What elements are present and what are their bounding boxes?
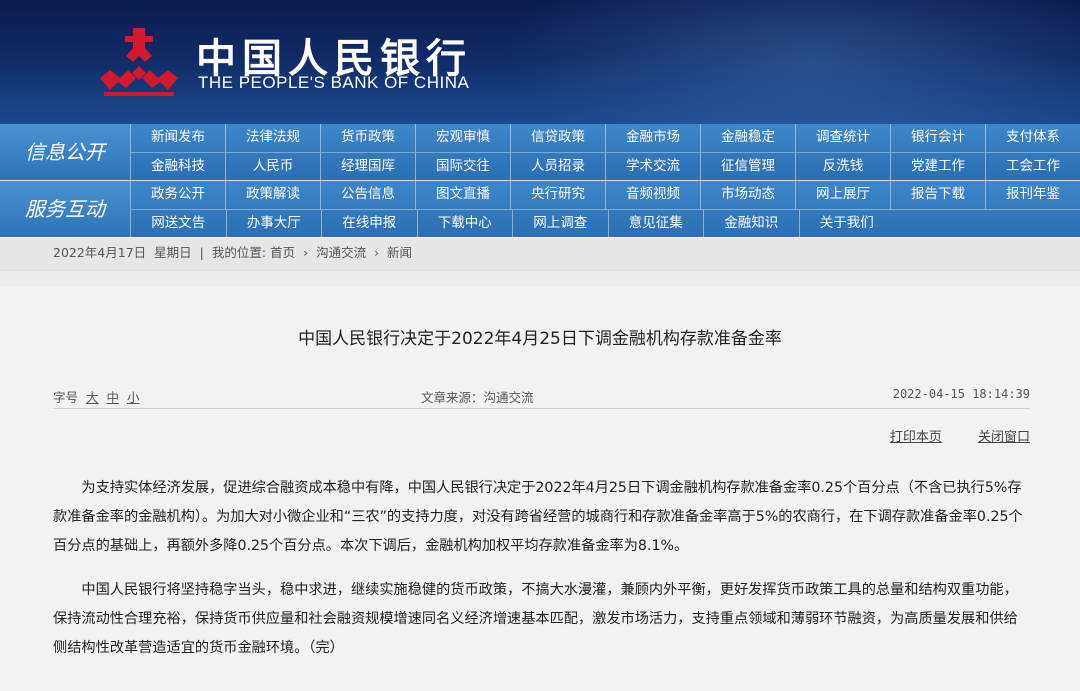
- nav-item[interactable]: 网上调查: [512, 210, 608, 238]
- breadcrumb: 2022年4月17日 星期日 | 我的位置: 首页 › 沟通交流 › 新闻: [0, 238, 1080, 270]
- nav-item[interactable]: 报告下载: [890, 181, 985, 209]
- meta-divider: [53, 408, 1030, 409]
- nav-item[interactable]: 意见征集: [607, 210, 704, 238]
- location-label: 我的位置:: [211, 245, 267, 260]
- nav-item[interactable]: 音频视频: [605, 181, 700, 209]
- nav-item[interactable]: 政策解读: [225, 181, 320, 209]
- print-page-link[interactable]: 打印本页: [890, 430, 942, 445]
- nav-item[interactable]: 经理国库: [320, 153, 415, 181]
- header-glow: [500, 0, 1080, 124]
- pboc-logo-icon[interactable]: [98, 26, 180, 98]
- nav-item[interactable]: 政务公开: [130, 181, 225, 209]
- nav-item[interactable]: 公告信息: [320, 181, 415, 209]
- nav-row: 政务公开 政策解读 公告信息 图文直播 央行研究 音频视频 市场动态 网上展厅 报告下载 报刊年鉴: [130, 181, 1080, 209]
- breadcrumb-news-link[interactable]: 新闻: [387, 245, 412, 260]
- nav-item[interactable]: 办事大厅: [225, 210, 322, 238]
- nav-section-service: 服务互动 政务公开 政策解读 公告信息 图文直播 央行研究 音频视频 市场动态 网上展厅 报告下…: [0, 181, 1080, 238]
- nav-item[interactable]: 金融稳定: [700, 124, 795, 152]
- nav-item[interactable]: 征信管理: [700, 153, 795, 181]
- current-date: 2022年4月17日: [53, 245, 147, 260]
- article-source: 文章来源：沟通交流: [421, 390, 534, 405]
- breadcrumb-communication-link[interactable]: 沟通交流: [316, 245, 366, 260]
- close-window-link[interactable]: 关闭窗口: [978, 430, 1030, 445]
- nav-item[interactable]: 金融科技: [130, 153, 225, 181]
- breadcrumb-home-link[interactable]: 首页: [270, 245, 295, 260]
- nav-item[interactable]: 支付体系: [985, 124, 1080, 152]
- nav-item[interactable]: 关于我们: [798, 210, 895, 238]
- nav-item[interactable]: 央行研究: [510, 181, 605, 209]
- nav-row: 金融科技 人民币 经理国库 国际交往 人员招录 学术交流 征信管理 反洗钱 党建工作 工会工作: [130, 152, 1080, 181]
- main-nav: 信息公开 新闻发布 法律法规 货币政策 宏观审慎 信贷政策 金融市场 金融稳定 调查统计 银行会…: [0, 124, 1080, 238]
- font-size-label: 字号: [53, 390, 79, 405]
- nav-item[interactable]: 网送文告: [130, 210, 226, 238]
- nav-item[interactable]: 银行会计: [890, 124, 985, 152]
- nav-item[interactable]: 宏观审慎: [415, 124, 510, 152]
- site-header: 中国人民银行 THE PEOPLE'S BANK OF CHINA: [0, 0, 1080, 124]
- article-container: 中国人民银行决定于2022年4月25日下调金融机构存款准备金率 字号 大 中 小…: [0, 286, 1080, 691]
- nav-item[interactable]: 金融知识: [703, 210, 799, 238]
- nav-row: 网送文告 办事大厅 在线申报 下载中心 网上调查 意见征集 金融知识 关于我们: [130, 209, 1080, 238]
- nav-item[interactable]: 货币政策: [320, 124, 415, 152]
- nav-item[interactable]: 工会工作: [985, 153, 1080, 181]
- breadcrumb-chevron-icon: ›: [303, 245, 309, 260]
- font-size-controls: 字号 大 中 小: [53, 387, 140, 406]
- breadcrumb-separator: |: [199, 245, 204, 260]
- nav-item[interactable]: 人员招录: [510, 153, 605, 181]
- nav-item[interactable]: 图文直播: [415, 181, 510, 209]
- nav-item[interactable]: 人民币: [225, 153, 320, 181]
- nav-item[interactable]: 国际交往: [415, 153, 510, 181]
- article-paragraph: 为支持实体经济发展，促进综合融资成本稳中有降，中国人民银行决定于2022年4月2…: [53, 480, 1023, 554]
- nav-section-title-info: 信息公开: [0, 124, 130, 180]
- nav-item[interactable]: 信贷政策: [510, 124, 605, 152]
- breadcrumb-chevron-icon: ›: [374, 245, 380, 260]
- font-size-medium-link[interactable]: 中: [107, 390, 120, 405]
- nav-item[interactable]: 法律法规: [225, 124, 320, 152]
- nav-item[interactable]: 市场动态: [700, 181, 795, 209]
- article-title: 中国人民银行决定于2022年4月25日下调金融机构存款准备金率: [298, 329, 782, 349]
- article-meta: 字号 大 中 小 文章来源：沟通交流 2022-04-15 18:14:39: [53, 387, 1030, 407]
- nav-item[interactable]: 网上展厅: [795, 181, 890, 209]
- article-datetime: 2022-04-15 18:14:39: [892, 387, 1030, 401]
- nav-row: 新闻发布 法律法规 货币政策 宏观审慎 信贷政策 金融市场 金融稳定 调查统计 银行会计 支付体系: [130, 124, 1080, 152]
- article-actions: 打印本页 关闭窗口: [858, 426, 1030, 445]
- nav-item[interactable]: 反洗钱: [795, 153, 890, 181]
- nav-item[interactable]: 学术交流: [605, 153, 700, 181]
- bank-name-en: THE PEOPLE'S BANK OF CHINA: [198, 73, 470, 92]
- nav-section-title-service: 服务互动: [0, 181, 130, 237]
- nav-item[interactable]: 党建工作: [890, 153, 985, 181]
- breadcrumb-spacer: [0, 270, 1080, 286]
- nav-section-info: 信息公开 新闻发布 法律法规 货币政策 宏观审慎 信贷政策 金融市场 金融稳定 调查统计 银行会…: [0, 124, 1080, 181]
- article-paragraph: 中国人民银行将坚持稳字当头，稳中求进，继续实施稳健的货币政策，不搞大水漫灌，兼顾…: [53, 582, 1018, 656]
- nav-item[interactable]: 下载中心: [416, 210, 513, 238]
- font-size-large-link[interactable]: 大: [86, 390, 99, 405]
- nav-item[interactable]: 调查统计: [795, 124, 890, 152]
- nav-item[interactable]: 金融市场: [605, 124, 700, 152]
- nav-item[interactable]: 报刊年鉴: [985, 181, 1080, 209]
- font-size-small-link[interactable]: 小: [127, 390, 140, 405]
- nav-item[interactable]: 在线申报: [321, 210, 417, 238]
- current-weekday: 星期日: [154, 245, 192, 260]
- nav-item[interactable]: 新闻发布: [130, 124, 225, 152]
